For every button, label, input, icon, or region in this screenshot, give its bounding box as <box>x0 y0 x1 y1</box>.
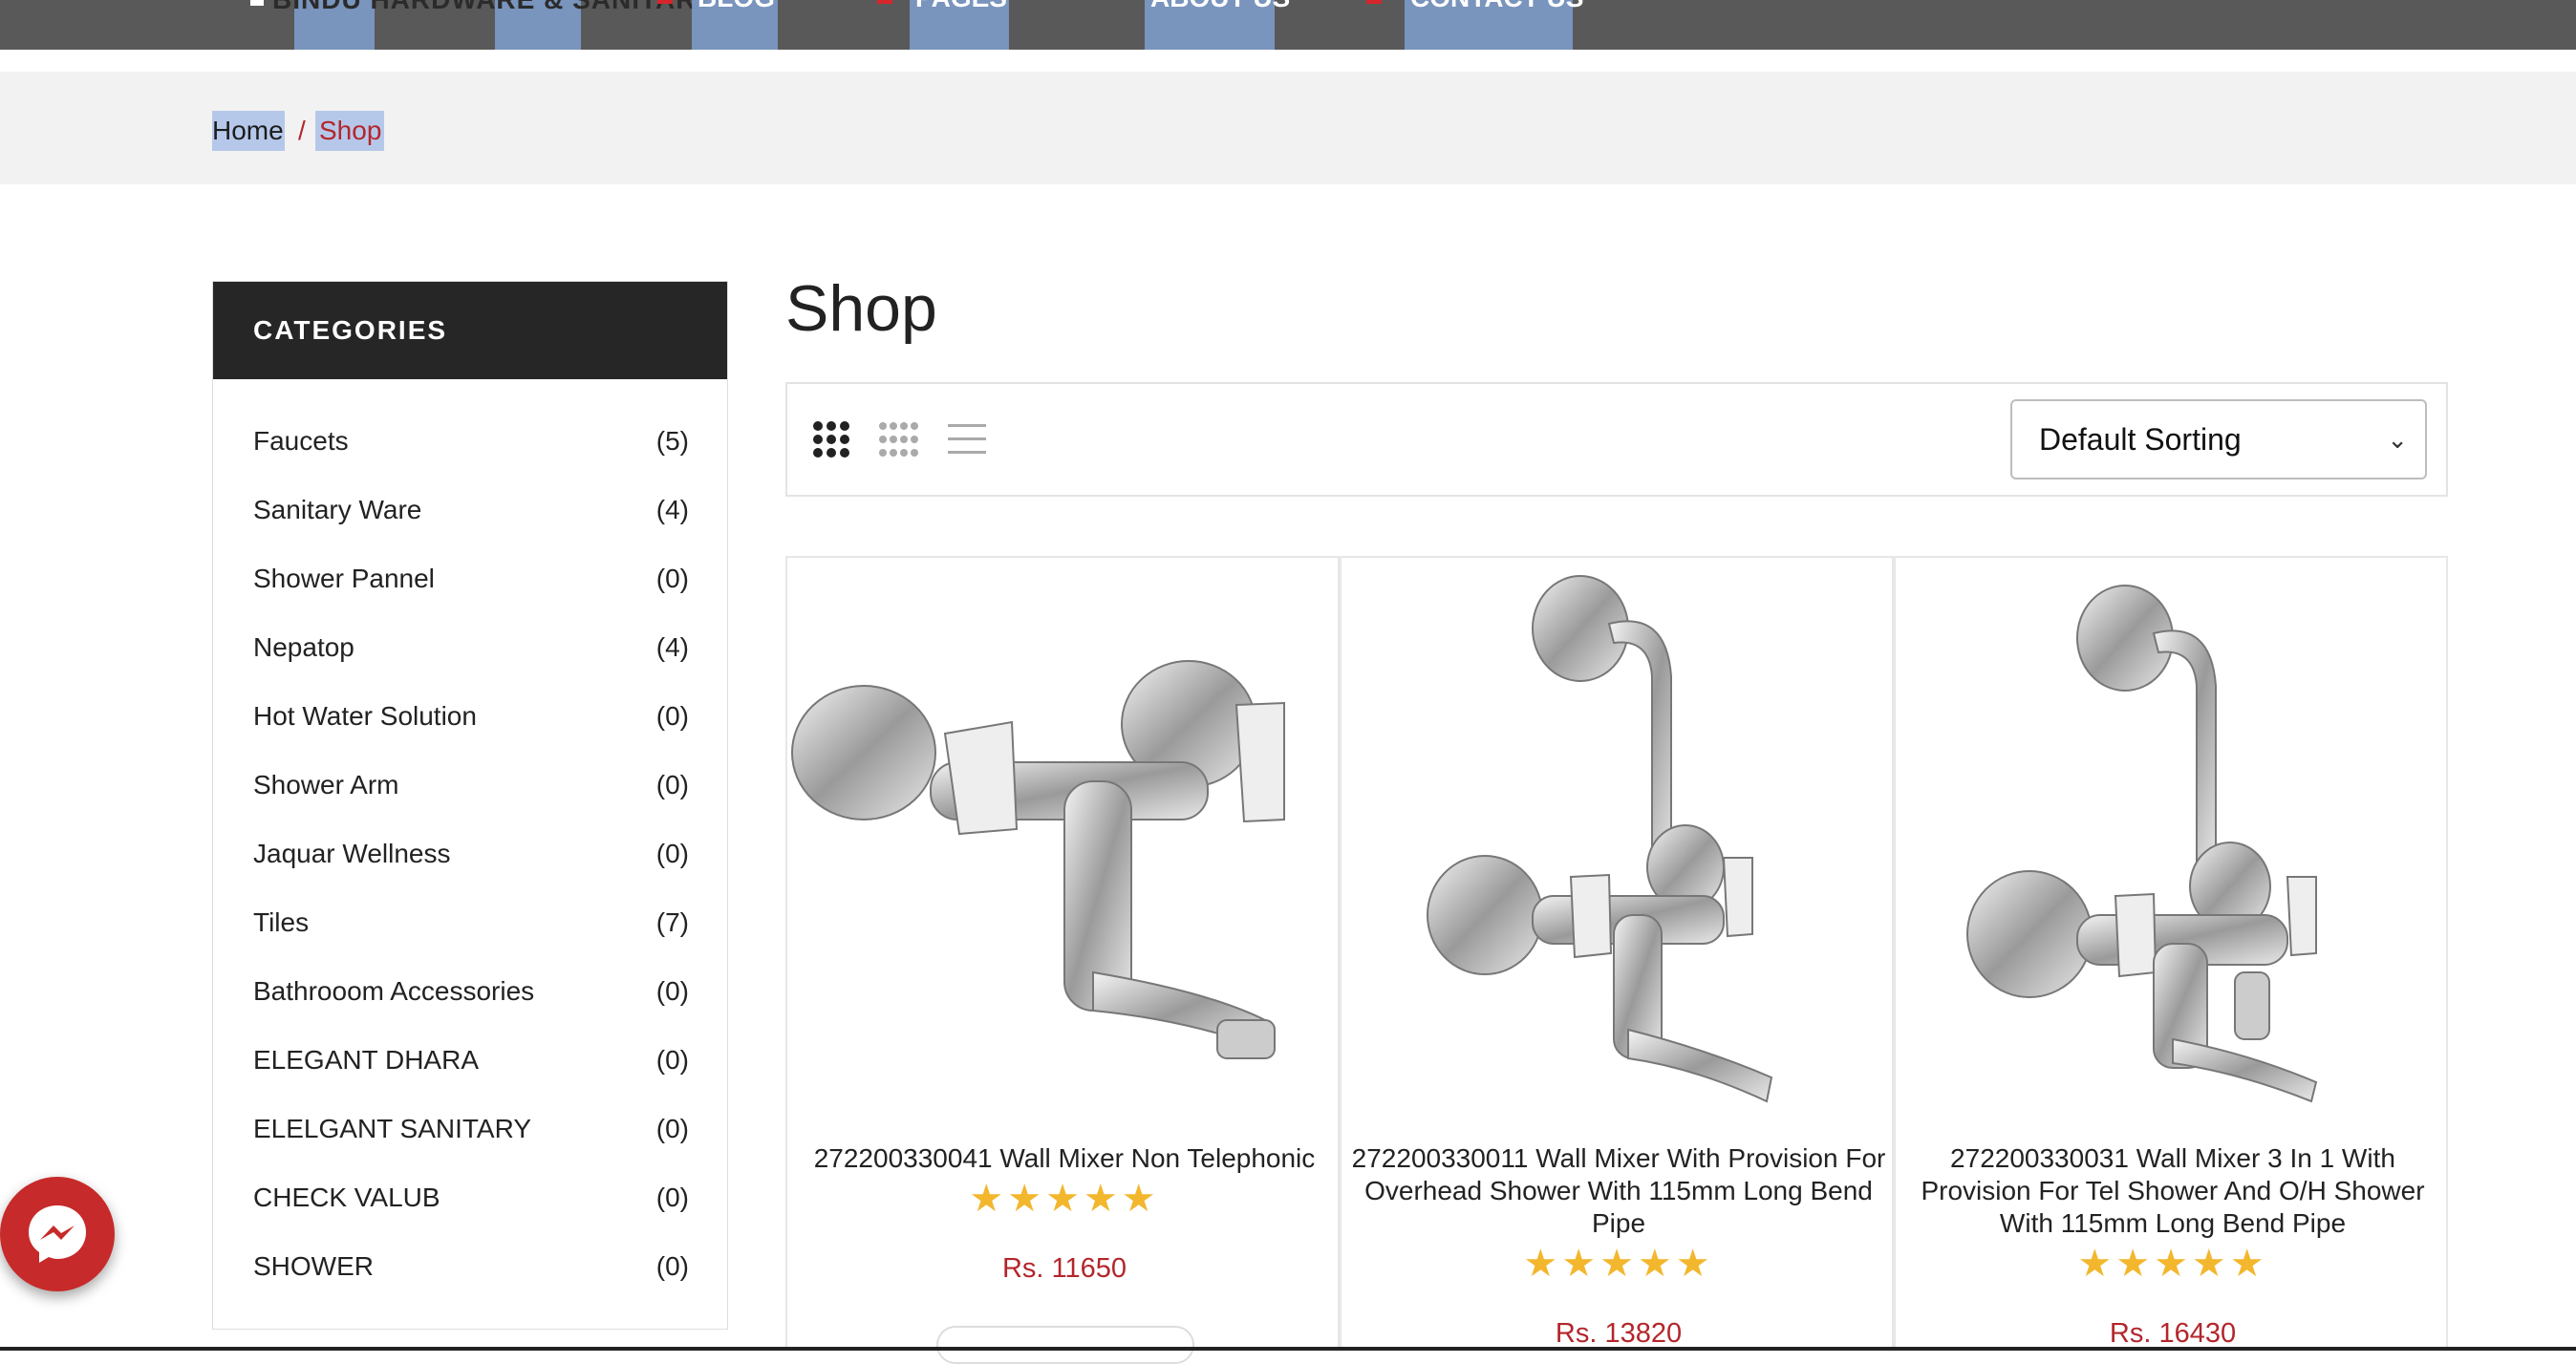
product-title[interactable]: 272200330041 Wall Mixer Non Telephonic <box>797 1142 1332 1175</box>
product-price: Rs. 13820 <box>1555 1318 1683 1349</box>
category-label[interactable]: ELELGANT SANITARY <box>253 1100 531 1158</box>
product-title[interactable]: 272200330011 Wall Mixer With Provision F… <box>1351 1142 1886 1240</box>
nav-item-about-us[interactable]: ABOUT US <box>1150 0 1290 13</box>
category-count: (0) <box>655 976 689 1006</box>
category-count: (0) <box>655 701 689 731</box>
breadcrumb-bar <box>0 72 2576 184</box>
product-card[interactable]: 272200330031 Wall Mixer 3 In 1 With Prov… <box>1894 556 2448 1351</box>
category-item[interactable]: Tiles (7) <box>253 894 689 951</box>
sort-select[interactable]: Default Sorting ⌄ <box>2010 399 2427 480</box>
product-rating-stars: ★★★★★ <box>2077 1243 2268 1285</box>
category-item[interactable]: Hot Water Solution (0) <box>253 688 689 745</box>
category-count: (0) <box>655 1183 689 1212</box>
category-item[interactable]: Shower Arm (0) <box>253 757 689 814</box>
logo-icon <box>250 0 264 6</box>
category-label[interactable]: Faucets <box>253 413 349 470</box>
product-title[interactable]: 272200330031 Wall Mixer 3 In 1 With Prov… <box>1905 1142 2440 1240</box>
messenger-chat-button[interactable] <box>0 1177 115 1291</box>
product-image[interactable] <box>1342 571 1896 1106</box>
categories-title: CATEGORIES <box>213 282 727 379</box>
category-count: (0) <box>655 839 689 868</box>
nav-item-pages[interactable]: PAGES <box>915 0 1007 13</box>
category-count: (0) <box>655 564 689 593</box>
category-item[interactable]: SHOWER (0) <box>253 1238 689 1295</box>
page-title: Shop <box>785 272 937 345</box>
product-card[interactable]: 272200330041 Wall Mixer Non Telephonic ★… <box>785 556 1340 1351</box>
category-item[interactable]: Nepatop (4) <box>253 619 689 676</box>
product-image[interactable] <box>1896 571 2450 1106</box>
messenger-icon <box>29 1205 86 1263</box>
category-count: (5) <box>655 426 689 456</box>
category-item[interactable]: ELELGANT SANITARY (0) <box>253 1100 689 1158</box>
category-label[interactable]: Bathrooom Accessories <box>253 963 534 1020</box>
product-image[interactable] <box>787 571 1342 1106</box>
category-count: (0) <box>655 770 689 799</box>
product-price: Rs. 16430 <box>2109 1318 2237 1349</box>
category-label[interactable]: Tiles <box>253 894 309 951</box>
category-count: (0) <box>655 1045 689 1075</box>
list-view-icon[interactable] <box>946 418 988 460</box>
category-item[interactable]: Bathrooom Accessories (0) <box>253 963 689 1020</box>
category-label[interactable]: Nepatop <box>253 619 354 676</box>
add-to-cart-button[interactable] <box>936 1326 1194 1364</box>
nav-item-contact-us[interactable]: CONTACT US <box>1410 0 1583 13</box>
grid-4-view-icon[interactable] <box>877 418 919 460</box>
nav-marker-icon <box>1366 0 1382 4</box>
category-count: (4) <box>655 495 689 524</box>
shop-toolbar: Default Sorting ⌄ <box>785 382 2448 497</box>
product-rating-stars: ★★★★★ <box>1523 1243 1714 1285</box>
site-logo-text[interactable]: BINDU HARDWARE & SANITARY <box>272 0 714 15</box>
page-bottom-edge <box>0 1347 2576 1351</box>
category-label[interactable]: Shower Arm <box>253 757 399 814</box>
category-item[interactable]: Shower Pannel (0) <box>253 550 689 607</box>
breadcrumb-current: Shop <box>315 111 384 151</box>
product-price: Rs. 11650 <box>1001 1253 1127 1284</box>
category-item[interactable]: Jaquar Wellness (0) <box>253 825 689 883</box>
category-label[interactable]: ELEGANT DHARA <box>253 1032 479 1089</box>
category-count: (0) <box>655 1251 689 1281</box>
breadcrumb-separator: / <box>298 116 306 145</box>
chevron-down-icon: ⌄ <box>2387 425 2408 454</box>
category-label[interactable]: Jaquar Wellness <box>253 825 450 883</box>
category-item[interactable]: CHECK VALUB (0) <box>253 1169 689 1226</box>
sort-select-value: Default Sorting <box>2039 422 2242 457</box>
grid-3-view-icon[interactable] <box>810 418 852 460</box>
category-label[interactable]: Hot Water Solution <box>253 688 477 745</box>
category-label[interactable]: SHOWER <box>253 1238 374 1295</box>
category-count: (4) <box>655 632 689 662</box>
nav-marker-icon <box>877 0 892 4</box>
category-item[interactable]: Faucets (5) <box>253 413 689 470</box>
category-label[interactable]: CHECK VALUB <box>253 1169 440 1226</box>
category-label[interactable]: Sanitary Ware <box>253 481 421 539</box>
category-count: (0) <box>655 1114 689 1143</box>
categories-sidebar: CATEGORIES Faucets (5) Sanitary Ware (4) S… <box>212 281 728 1330</box>
category-item[interactable]: ELEGANT DHARA (0) <box>253 1032 689 1089</box>
product-card[interactable]: 272200330011 Wall Mixer With Provision F… <box>1340 556 1894 1351</box>
category-label[interactable]: Shower Pannel <box>253 550 435 607</box>
nav-item-blog[interactable]: BLOG <box>698 0 775 13</box>
breadcrumb-home[interactable]: Home <box>212 111 285 151</box>
category-item[interactable]: Sanitary Ware (4) <box>253 481 689 539</box>
category-count: (7) <box>655 907 689 937</box>
nav-marker-icon <box>657 0 673 4</box>
top-nav-bar: BINDU HARDWARE & SANITARY BLOG PAGES ABO… <box>0 0 2576 50</box>
product-rating-stars: ★★★★★ <box>969 1178 1160 1220</box>
